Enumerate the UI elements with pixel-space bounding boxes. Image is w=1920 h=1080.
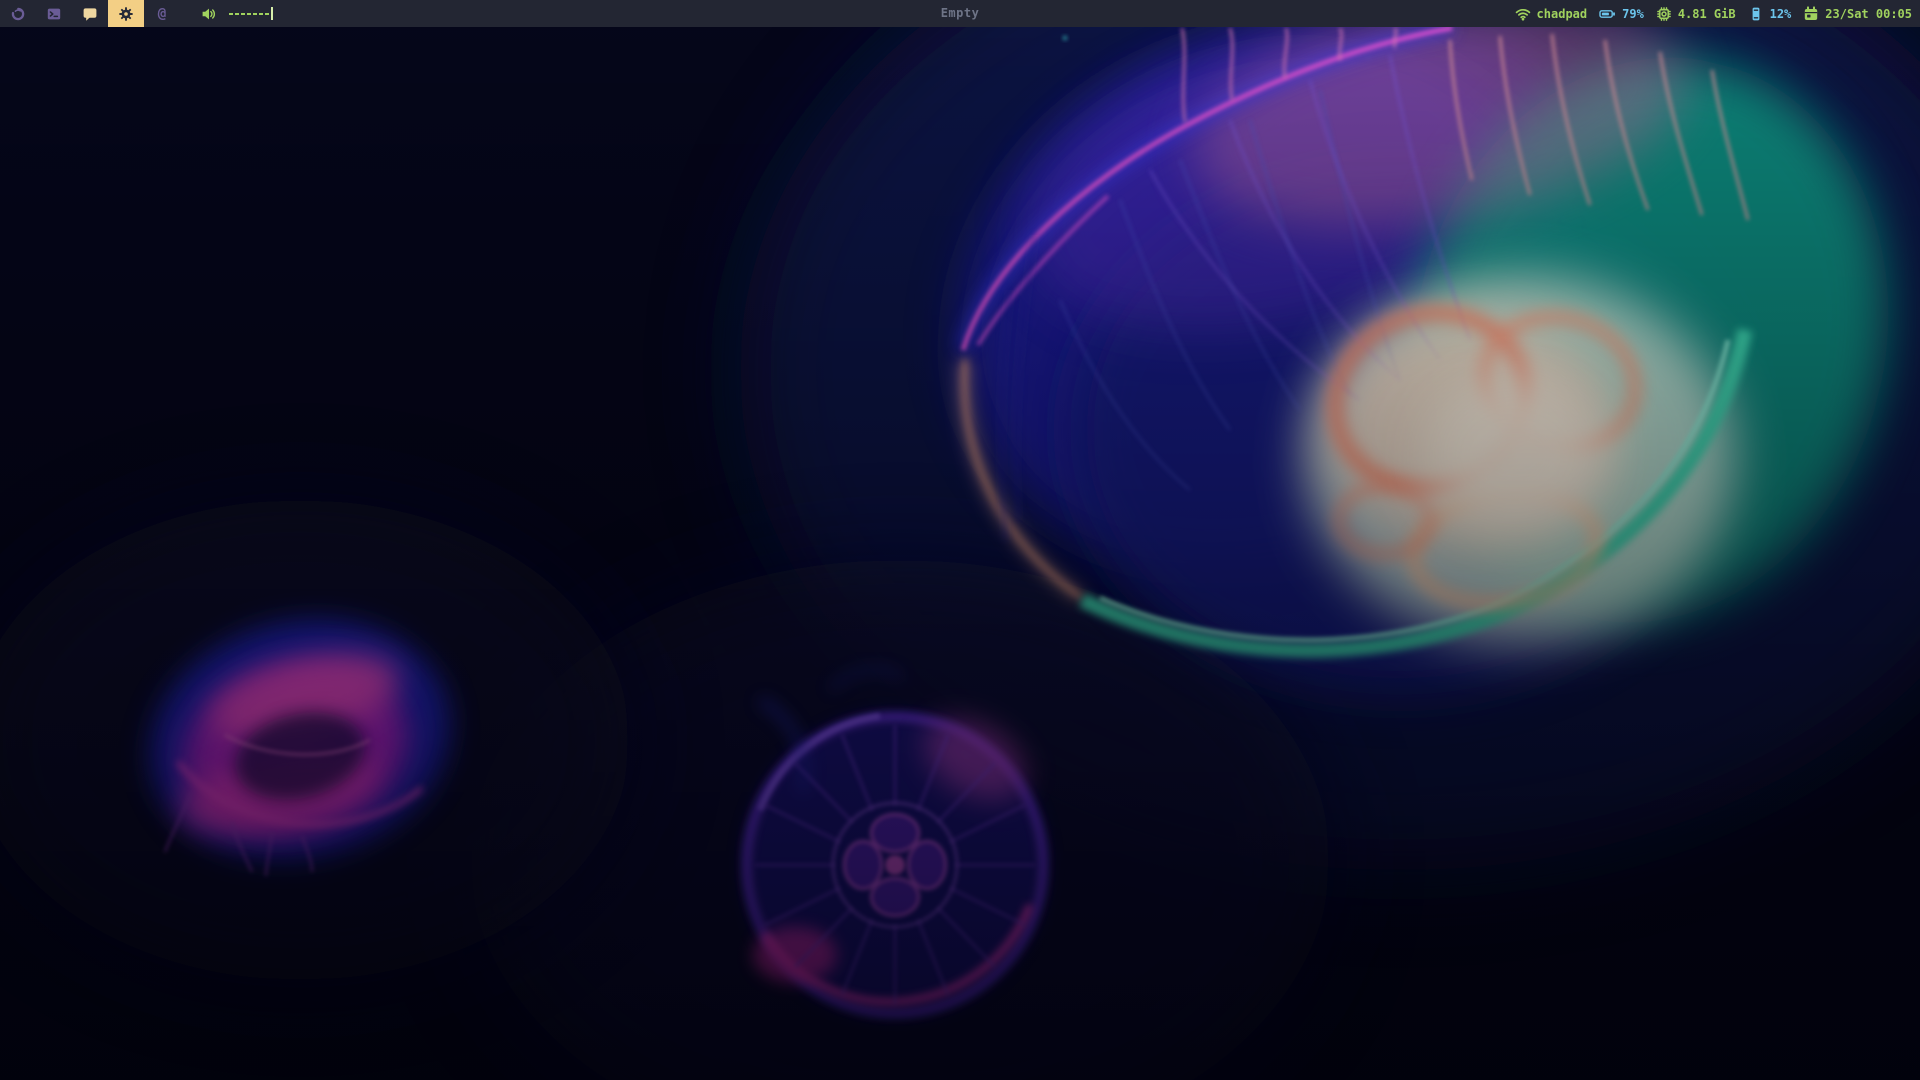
wallpaper-jellyfish [0,0,1920,1080]
clock-widget: 23/Sat 00:05 [1803,6,1912,22]
gear-icon [118,6,134,22]
wifi-icon [1515,6,1531,22]
volume-slider-track [229,13,270,15]
cpu-percent: 12% [1770,7,1792,21]
at-icon: @ [158,7,166,21]
volume-slider-cursor [271,7,273,20]
battery-widget: 79% [1599,6,1644,22]
workspace-list: @ [0,0,180,27]
window-title: Empty [941,0,980,27]
workspace-chat[interactable] [72,0,108,27]
volume-slider[interactable] [229,7,273,21]
calendar-icon [1803,6,1819,22]
network-ssid: chadpad [1537,7,1588,21]
date-time: 23/Sat 00:05 [1825,7,1912,21]
network-widget: chadpad [1515,6,1588,22]
chat-bubble-icon [82,6,98,22]
workspace-browser[interactable] [0,0,36,27]
cpu-chip-icon [1656,6,1672,22]
memory-usage: 4.81 GiB [1678,7,1736,21]
firefox-icon [10,6,26,22]
cpu-widget: 12% [1748,6,1792,22]
ram-stick-icon [1748,6,1764,22]
workspace-settings-active[interactable] [108,0,144,27]
battery-percent: 79% [1622,7,1644,21]
memory-widget: 4.81 GiB [1656,6,1736,22]
workspace-mail[interactable]: @ [144,0,180,27]
workspace-terminal[interactable] [36,0,72,27]
battery-icon [1599,6,1616,22]
volume-widget[interactable] [201,6,273,22]
speaker-icon [201,6,218,22]
status-widgets: chadpad 79% [1515,6,1920,22]
terminal-icon [46,6,62,22]
status-bar: @ Empty [0,0,1920,27]
